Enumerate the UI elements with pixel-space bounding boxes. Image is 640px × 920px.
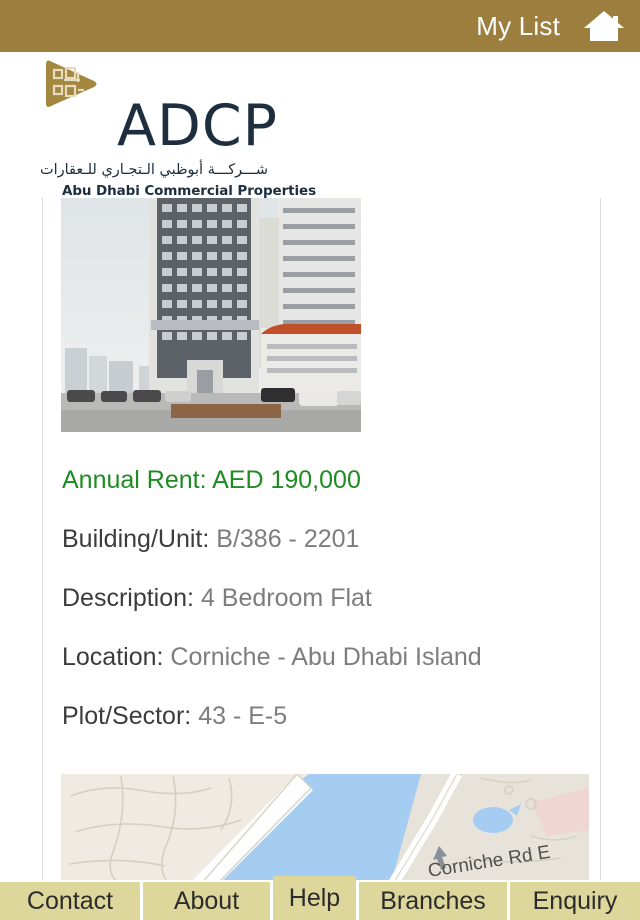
tab-help[interactable]: Help [273,876,356,920]
top-bar: My List [0,0,640,52]
plot-sector-row: Plot/Sector: 43 - E-5 [62,704,592,729]
description-row: Description: 4 Bedroom Flat [62,586,592,611]
property-photo [61,198,361,432]
adcp-english-tagline: Abu Dhabi Commercial Properties [62,183,317,199]
plot-sector-value: 43 - E-5 [198,702,288,730]
home-icon[interactable] [582,9,626,43]
annual-rent-row: Annual Rent: AED 190,000 [62,468,592,493]
adcp-logo: ADCP شـــركـــة أبوظبي الـتجـاري للـعقار… [39,56,317,199]
adcp-wordmark: ADCP [117,93,279,159]
tab-about[interactable]: About [143,882,270,920]
location-label: Location: [62,643,164,671]
description-label: Description: [62,584,194,612]
property-detail-panel: Annual Rent: AED 190,000 Building/Unit: … [42,198,601,880]
annual-rent-label: Annual Rent: [62,466,207,494]
location-value: Corniche - Abu Dhabi Island [170,643,482,671]
tab-enquiry-label: Enquiry [532,886,618,915]
tab-contact-label: Contact [26,886,114,915]
tab-contact[interactable]: Contact [0,882,140,920]
tab-help-label: Help [288,883,341,912]
tab-about-label: About [173,886,240,915]
tab-branches-label: Branches [380,886,486,915]
my-list-button[interactable]: My List [476,13,560,39]
app-root: My List ADCP شـــركـــة أبوظبي الـتجـاري… [0,0,640,920]
building-unit-label: Building/Unit: [62,525,210,553]
tab-branches[interactable]: Branches [359,882,507,920]
location-map[interactable]: Corniche Rd E [61,774,589,880]
property-details: Annual Rent: AED 190,000 Building/Unit: … [62,468,592,763]
plot-sector-label: Plot/Sector: [62,702,192,730]
adcp-arabic-tagline: شـــركـــة أبوظبي الـتجـاري للـعقارات [39,162,268,178]
building-unit-row: Building/Unit: B/386 - 2201 [62,527,592,552]
annual-rent-value: AED 190,000 [212,466,361,494]
bottom-tab-bar: Contact About Help Branches Enquiry [0,876,640,920]
location-row: Location: Corniche - Abu Dhabi Island [62,645,592,670]
tab-enquiry[interactable]: Enquiry [510,882,640,920]
building-unit-value: B/386 - 2201 [216,525,360,553]
description-value: 4 Bedroom Flat [200,584,372,612]
